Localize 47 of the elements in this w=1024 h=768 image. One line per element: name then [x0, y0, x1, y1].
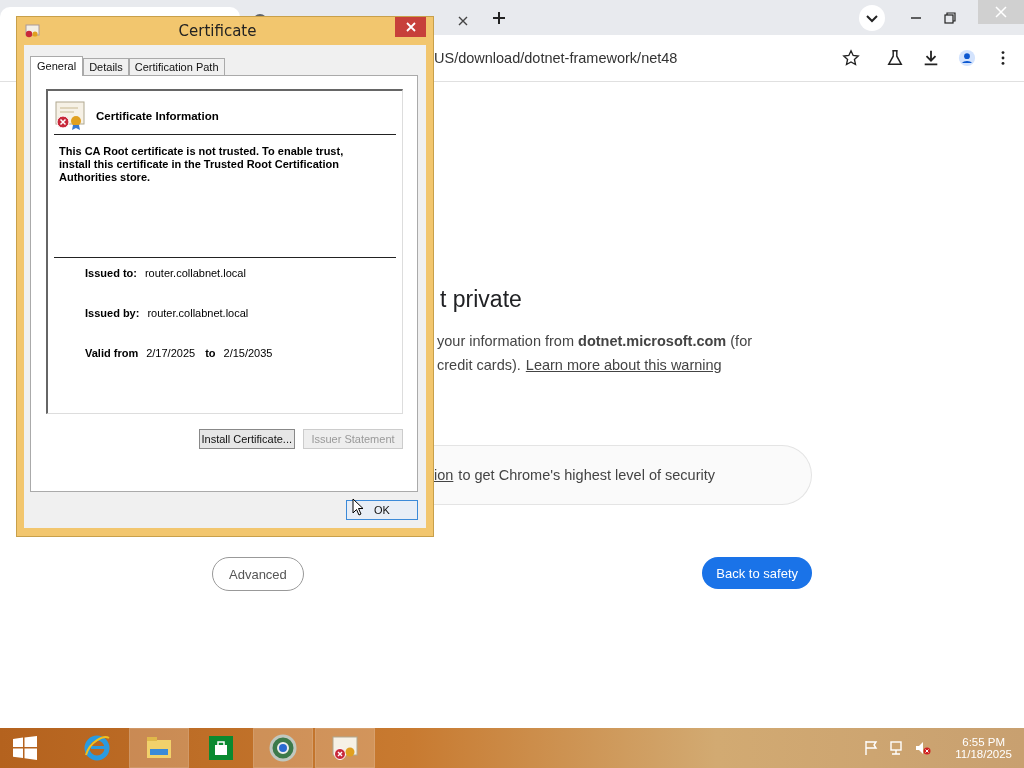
download-icon[interactable]	[922, 49, 940, 67]
e-logo-icon	[82, 733, 112, 763]
address-bar[interactable]: US/download/dotnet-framework/net48	[434, 40, 868, 76]
field-label: Valid from	[85, 347, 139, 359]
field-value: router.collabnet.local	[144, 267, 246, 279]
field-label: Issued to:	[85, 267, 137, 279]
close-button[interactable]	[395, 17, 426, 37]
dialog-button[interactable]: Install Certificate...	[198, 429, 295, 449]
security-text: to get Chrome's highest level of security	[458, 467, 715, 483]
dialog-tab[interactable]: General	[30, 56, 84, 76]
speaker-muted-icon[interactable]	[915, 740, 932, 756]
shopping-bag-icon	[206, 733, 236, 763]
restore-icon[interactable]	[944, 11, 956, 24]
certificate-icon	[330, 733, 360, 763]
advanced-button[interactable]: Advanced	[212, 557, 304, 591]
field-label: Issued by:	[85, 307, 140, 319]
field-value: 2/17/2025	[146, 347, 196, 359]
field-value: 2/15/2035	[223, 347, 273, 359]
back-to-safety-button[interactable]: Back to safety	[702, 557, 812, 589]
trust-message: This CA Root certificate is not trusted. To enable trust, install this certificate in the Trusted Root Certification Authorities store.	[54, 135, 396, 258]
close-icon	[405, 22, 416, 32]
field-value: router.collabnet.local	[147, 307, 249, 319]
protection-link[interactable]: ion	[434, 467, 454, 483]
learn-more-link[interactable]: Learn more about this warning	[525, 353, 722, 377]
start-icon[interactable]	[12, 735, 38, 761]
chevron-icon[interactable]	[858, 3, 886, 32]
taskbar-app[interactable]	[254, 729, 312, 767]
certificate-icon	[24, 23, 40, 39]
dialog-tab[interactable]: Details	[83, 58, 129, 75]
warning-text: credit cards).	[437, 356, 521, 375]
dialog-tab[interactable]: Certification Path	[128, 58, 225, 75]
profile-icon[interactable]	[958, 49, 976, 67]
dialog-title: Certificate	[177, 22, 258, 40]
ok-button[interactable]: OK	[346, 500, 418, 520]
star-icon[interactable]	[842, 49, 860, 67]
flask-icon[interactable]	[886, 49, 904, 67]
close-icon	[995, 6, 1007, 18]
close-icon[interactable]	[458, 16, 468, 26]
field-label: to	[205, 347, 216, 359]
new-tab-icon[interactable]	[492, 10, 506, 25]
page-heading: t private	[439, 286, 523, 313]
info-title: Certificate Information	[96, 110, 219, 122]
mouse-cursor-icon	[352, 498, 364, 516]
taskbar-app[interactable]	[316, 729, 374, 767]
round-logo-icon	[268, 733, 298, 763]
warning-text: your information from dotnet.microsoft.com (for	[437, 332, 753, 351]
certificate-error-icon	[54, 101, 86, 131]
